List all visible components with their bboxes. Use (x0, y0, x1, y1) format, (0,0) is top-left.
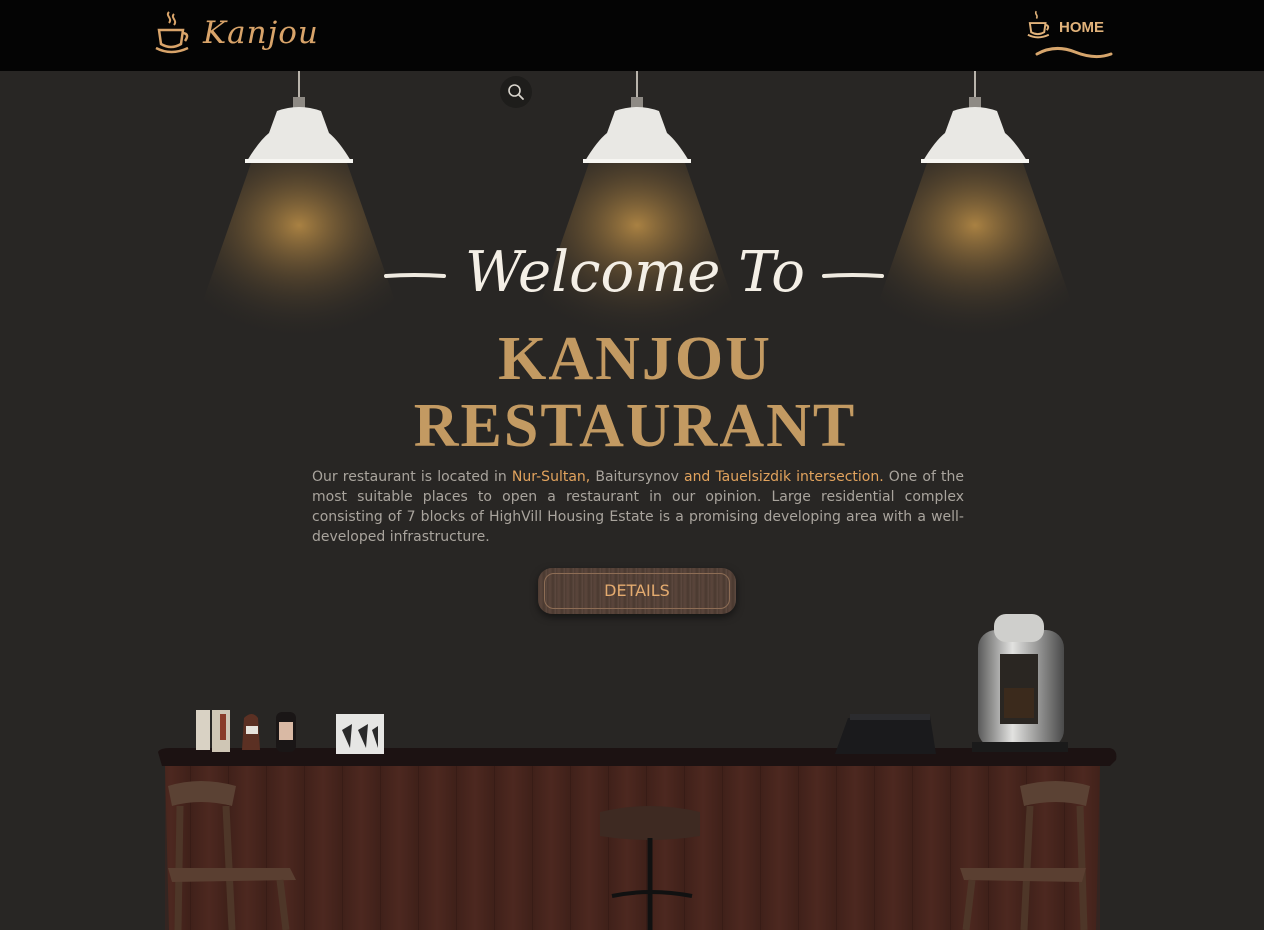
desc-highlight-intersection: and Tauelsizdik intersection. (683, 469, 884, 485)
nav-home-label: HOME (1059, 19, 1104, 36)
desc-text: Our restaurant is located in (312, 469, 512, 485)
desc-text: Baitursynov (590, 469, 684, 485)
nav-home-link[interactable]: HOME (1027, 8, 1113, 62)
coffee-cup-icon (1027, 10, 1050, 39)
restaurant-description: Our restaurant is located in Nur-Sultan,… (312, 467, 964, 547)
coffee-cup-icon (155, 11, 189, 54)
bar-counter-illustration (0, 600, 1264, 930)
restaurant-title-line1: KANJOU (498, 325, 772, 393)
welcome-text: Welcome To (465, 240, 805, 305)
restaurant-title-line2: RESTAURANT (413, 392, 857, 460)
pendant-lamp (179, 71, 419, 361)
top-navbar: Kanjou HOME (0, 0, 1264, 71)
brand-name: Kanjou (203, 15, 319, 51)
welcome-heading: Welcome To (380, 238, 890, 308)
pendant-lamp (855, 71, 1095, 361)
underline-swoosh (1035, 47, 1113, 59)
desc-highlight-city: Nur-Sultan, (511, 469, 591, 485)
pendant-lamp (517, 71, 757, 361)
decorative-dash (822, 273, 884, 278)
brand-logo[interactable]: Kanjou (155, 8, 319, 58)
